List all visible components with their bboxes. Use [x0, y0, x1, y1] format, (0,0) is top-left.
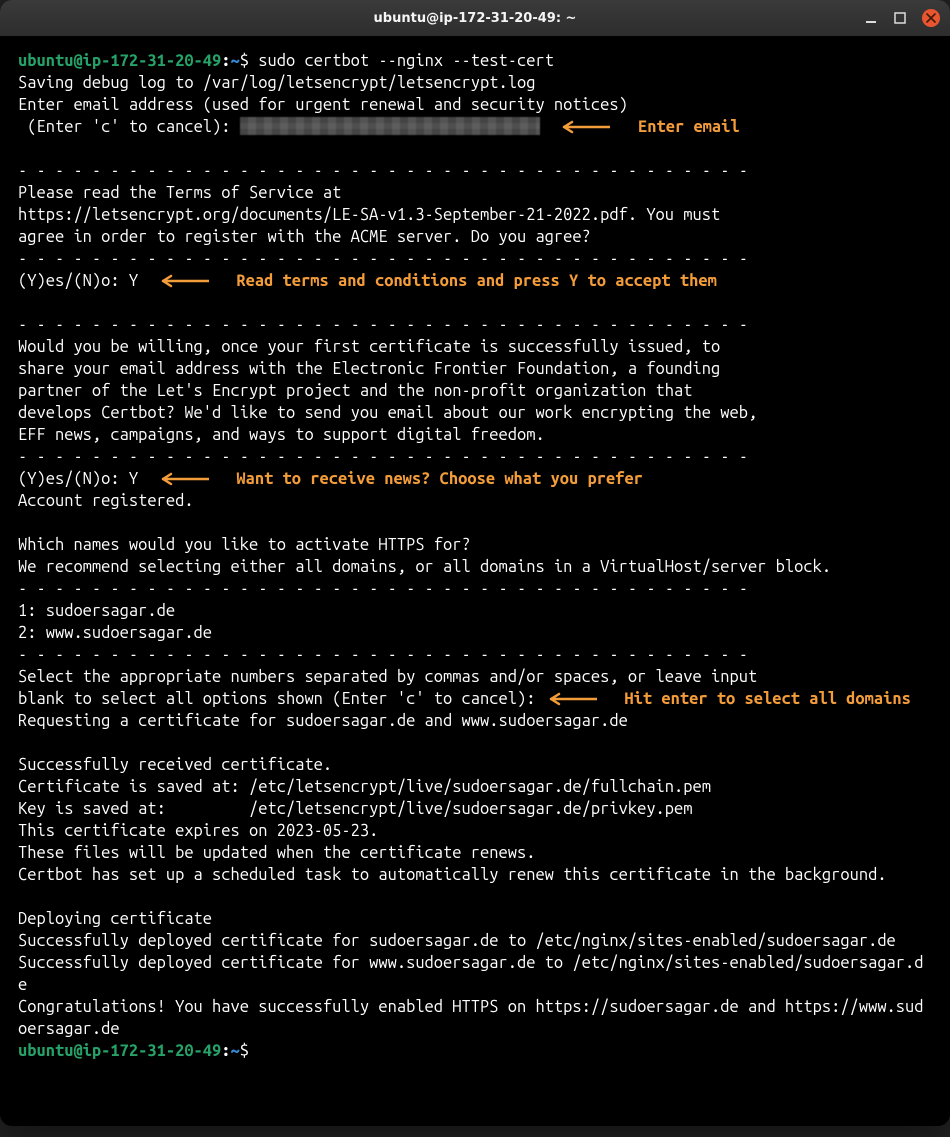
yesno-answer: Y: [129, 272, 138, 290]
output-line: Requesting a certificate for sudoersagar…: [18, 712, 628, 730]
prompt-colon: :: [221, 1042, 230, 1060]
arrow-left-icon: [157, 272, 209, 290]
domain-option: 1: sudoersagar.de: [18, 602, 175, 620]
arrow-left-icon: [545, 690, 597, 708]
domain-option: 2: www.sudoersagar.de: [18, 624, 212, 642]
output-line: Key is saved at: /etc/letsencrypt/live/s…: [18, 800, 693, 818]
prompt-dollar: $: [240, 1042, 249, 1060]
output-line: This certificate expires on 2023-05-23.: [18, 822, 378, 840]
yesno-prompt: (Y)es/(N)o:: [18, 470, 129, 488]
prompt-path: ~: [231, 1042, 240, 1060]
output-line: Enter email address (used for urgent ren…: [18, 96, 628, 114]
output-line: develops Certbot? We'd like to send you …: [18, 404, 757, 422]
prompt-colon: :: [221, 52, 230, 70]
yesno-prompt: (Y)es/(N)o:: [18, 272, 129, 290]
separator: - - - - - - - - - - - - - - - - - - - - …: [18, 162, 748, 180]
window-title: ubuntu@ip-172-31-20-49: ~: [374, 11, 577, 26]
separator: - - - - - - - - - - - - - - - - - - - - …: [18, 646, 748, 664]
terminal-window: ubuntu@ip-172-31-20-49: ~ ubuntu@ip-172-…: [0, 0, 950, 1126]
output-line: Deploying certificate: [18, 910, 212, 928]
output-line: Saving debug log to /var/log/letsencrypt…: [18, 74, 535, 92]
annotation-terms: Read terms and conditions and press Y to…: [236, 272, 716, 290]
prompt-path: ~: [231, 52, 240, 70]
separator: - - - - - - - - - - - - - - - - - - - - …: [18, 580, 748, 598]
output-line: https://letsencrypt.org/documents/LE-SA-…: [18, 206, 720, 224]
output-line: Please read the Terms of Service at: [18, 184, 341, 202]
output-line: (Enter 'c' to cancel):: [18, 118, 240, 136]
separator: - - - - - - - - - - - - - - - - - - - - …: [18, 250, 748, 268]
prompt-user: ubuntu@ip-172-31-20-49: [18, 1042, 221, 1060]
output-line: Certbot has set up a scheduled task to a…: [18, 866, 887, 884]
window-controls: [864, 9, 940, 27]
output-line: These files will be updated when the cer…: [18, 844, 535, 862]
prompt-user: ubuntu@ip-172-31-20-49: [18, 52, 221, 70]
separator: - - - - - - - - - - - - - - - - - - - - …: [18, 448, 748, 466]
output-line: Would you be willing, once your first ce…: [18, 338, 720, 356]
yesno-answer: Y: [129, 470, 138, 488]
close-button[interactable]: [922, 9, 940, 27]
output-line: Successfully deployed certificate for ww…: [18, 954, 924, 994]
output-line: blank to select all options shown (Enter…: [18, 690, 545, 708]
output-line: Congratulations! You have successfully e…: [18, 998, 924, 1038]
output-line: Successfully received certificate.: [18, 756, 332, 774]
arrow-left-icon: [558, 118, 610, 136]
output-line: share your email address with the Electr…: [18, 360, 720, 378]
minimize-button[interactable]: [864, 12, 877, 24]
output-line: Select the appropriate numbers separated…: [18, 668, 757, 686]
redacted-email: [240, 117, 540, 135]
annotation-news: Want to receive news? Choose what you pr…: [236, 470, 643, 488]
output-line: partner of the Let's Encrypt project and…: [18, 382, 693, 400]
arrow-left-icon: [157, 470, 209, 488]
output-line: Account registered.: [18, 492, 194, 510]
maximize-button[interactable]: [893, 12, 906, 24]
annotation-enter-email: Enter email: [638, 118, 740, 136]
output-line: Certificate is saved at: /etc/letsencryp…: [18, 778, 711, 796]
prompt-dollar: $: [240, 52, 249, 70]
output-line: agree in order to register with the ACME…: [18, 228, 591, 246]
cmd-text: sudo certbot --nginx --test-cert: [258, 52, 554, 70]
annotation-select-all: Hit enter to select all domains: [624, 690, 910, 708]
output-line: Which names would you like to activate H…: [18, 536, 471, 554]
output-line: Successfully deployed certificate for su…: [18, 932, 896, 950]
output-line: We recommend selecting either all domain…: [18, 558, 831, 576]
output-line: EFF news, campaigns, and ways to support…: [18, 426, 545, 444]
separator: - - - - - - - - - - - - - - - - - - - - …: [18, 316, 748, 334]
terminal-body[interactable]: ubuntu@ip-172-31-20-49:~$ sudo certbot -…: [0, 36, 950, 1126]
titlebar[interactable]: ubuntu@ip-172-31-20-49: ~: [0, 0, 950, 36]
